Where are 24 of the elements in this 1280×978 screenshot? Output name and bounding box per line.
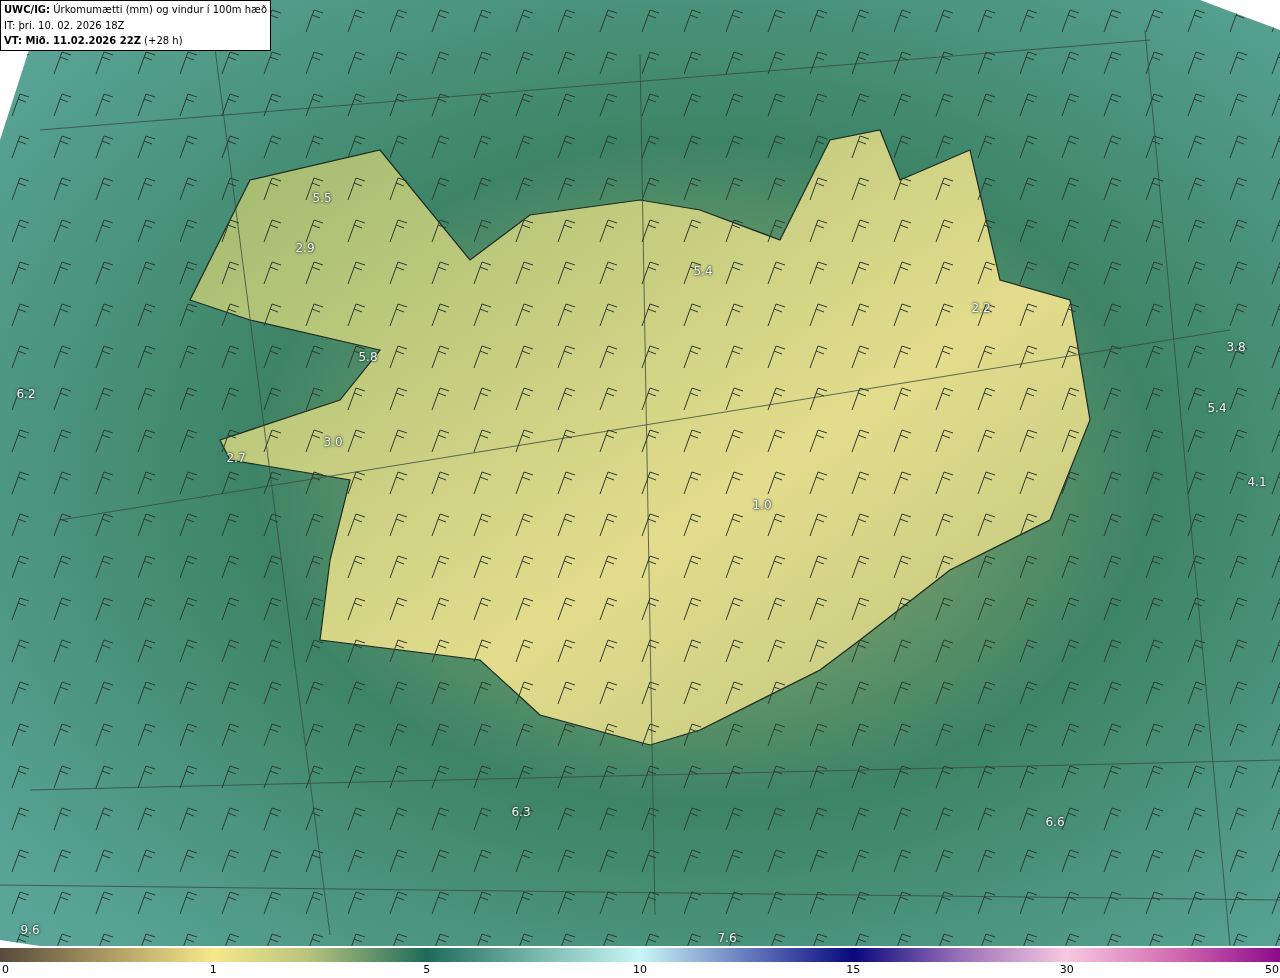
scale-tick-label: 5 (423, 962, 431, 977)
value-label: 2.9 (295, 240, 315, 257)
value-label: 3.0 (323, 434, 343, 451)
value-label: 3.8 (1226, 339, 1246, 356)
scale-tick-label: 15 (846, 962, 861, 977)
scale-tick-label: 10 (633, 962, 647, 977)
value-label: 5.8 (358, 349, 378, 366)
forecast-time: IT: þri. 10. 02. 2026 18Z (4, 18, 126, 33)
value-label: 7.6 (717, 930, 737, 947)
value-label: 1.0 (752, 497, 772, 514)
scale-tick-label: 0 (2, 962, 9, 977)
value-label: 5.5 (312, 190, 332, 207)
value-label: 9.6 (20, 922, 40, 939)
value-label: 6.3 (511, 804, 531, 821)
forecast-time: VT: Mið. 11.02.2026 22Z (+28 h) (4, 34, 184, 48)
value-label: 4.1 (1247, 474, 1267, 491)
scale-tick-label: 30 (1059, 962, 1074, 977)
value-label: 5.4 (693, 263, 713, 280)
scale-tick-label: 50 (1265, 962, 1279, 977)
map-title: UWC/IG: Úrkomumætti (mm) og vindur í 100m hæð (4, 2, 268, 17)
value-label: 5.4 (1207, 400, 1227, 417)
value-label: 6.2 (16, 386, 36, 403)
value-label: 6.6 (1045, 814, 1065, 831)
scale-tick-label: 1 (209, 962, 217, 977)
